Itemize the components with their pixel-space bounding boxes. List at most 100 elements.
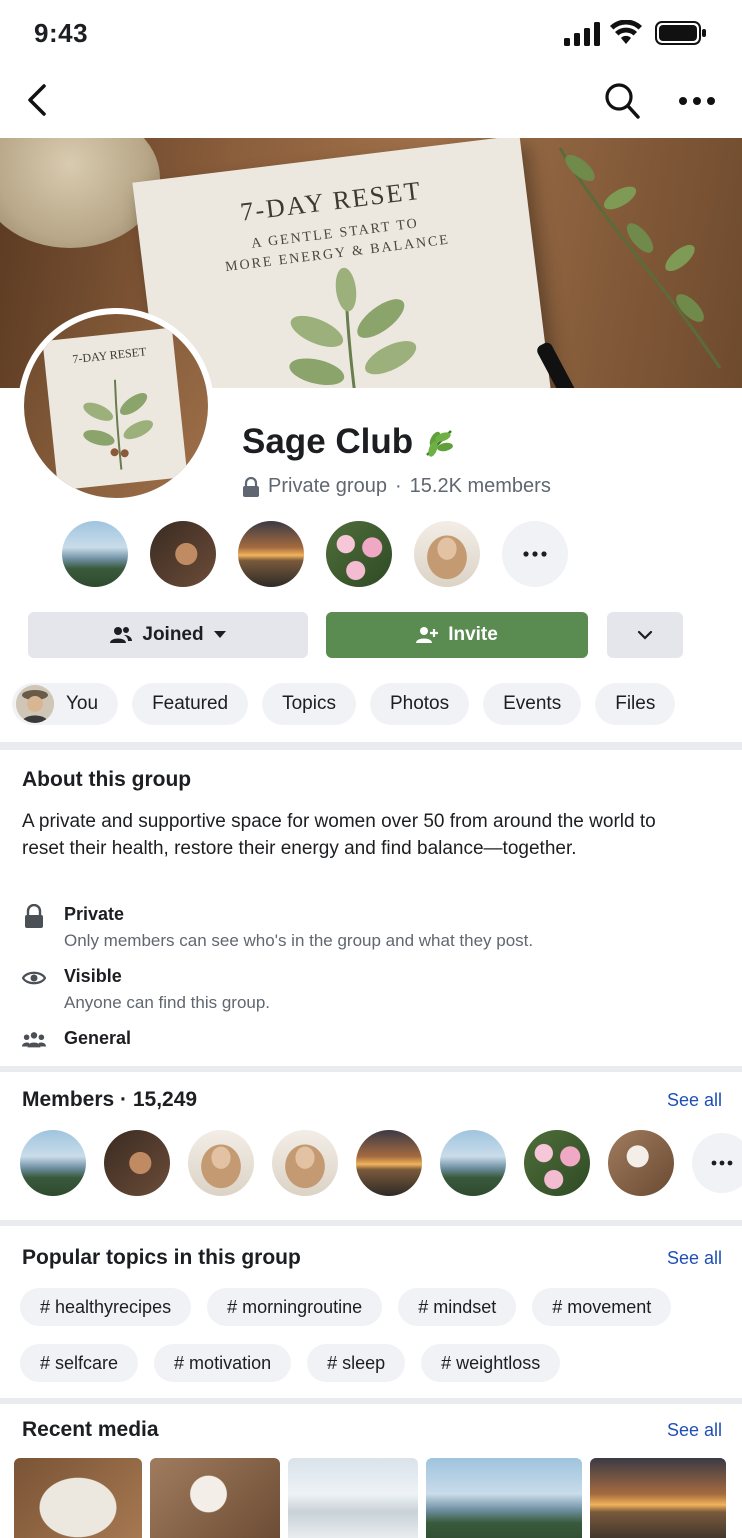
media-thumbnail[interactable] — [288, 1458, 418, 1538]
eye-icon — [22, 971, 46, 985]
members-title: Members · 15,249 — [22, 1088, 198, 1111]
user-avatar-image — [16, 685, 54, 723]
section-divider — [0, 742, 742, 750]
private-description: Only members can see who's in the group … — [64, 931, 534, 950]
avatar-leaf-illustration — [83, 379, 153, 470]
group-avatar-image: 7-DAY RESET — [24, 314, 208, 498]
about-title: About this group — [22, 768, 192, 791]
member-preview-row — [62, 521, 568, 587]
member-avatar[interactable] — [104, 1130, 170, 1196]
members-see-all-link[interactable]: See all — [667, 1090, 722, 1111]
cellular-signal-icon — [564, 22, 600, 46]
topic-tag[interactable]: # movement — [532, 1288, 672, 1326]
avatar-book-image: 7-DAY RESET — [42, 327, 188, 491]
group-page: 9:43 7-DAY RESET A GENTLE START TO MORE … — [0, 0, 742, 1538]
recent-media-section: Recent media See all — [0, 1404, 742, 1538]
members-avatar-row — [20, 1130, 742, 1196]
about-section: About this group A private and supportiv… — [0, 750, 742, 1066]
media-thumbnail[interactable] — [426, 1458, 582, 1538]
media-thumbnail[interactable] — [14, 1458, 142, 1538]
about-description: A private and supportive space for women… — [22, 811, 656, 859]
topics-see-all-link[interactable]: See all — [667, 1248, 722, 1269]
group-title: Sage Club — [242, 422, 457, 462]
back-arrow-icon[interactable] — [22, 82, 54, 118]
more-dots-icon — [711, 1160, 733, 1166]
battery-icon — [655, 21, 706, 45]
topic-tags: # healthyrecipes # morningroutine # mind… — [20, 1288, 672, 1400]
topic-tag[interactable]: # sleep — [307, 1344, 406, 1382]
caret-down-icon — [213, 631, 226, 638]
tab-you[interactable]: You — [12, 683, 119, 725]
wifi-icon — [610, 20, 642, 44]
member-avatar[interactable] — [62, 521, 128, 587]
leaf-branch-illustration — [289, 267, 417, 388]
topic-tag[interactable]: # healthyrecipes — [20, 1288, 192, 1326]
meta-separator: · — [394, 475, 402, 497]
user-avatar — [16, 685, 54, 723]
member-avatar[interactable] — [524, 1130, 590, 1196]
tab-photos[interactable]: Photos — [369, 683, 470, 725]
private-label: Private — [64, 904, 125, 924]
topic-tag[interactable]: # selfcare — [20, 1344, 139, 1382]
search-icon[interactable] — [604, 82, 640, 120]
invite-button[interactable]: Invite — [326, 612, 588, 658]
topic-tag[interactable]: # morningroutine — [207, 1288, 383, 1326]
status-bar: 9:43 — [0, 0, 742, 66]
tab-topics[interactable]: Topics — [262, 683, 356, 725]
tab-featured[interactable]: Featured — [132, 683, 249, 725]
topics-title: Popular topics in this group — [22, 1246, 301, 1269]
tab-files[interactable]: Files — [595, 683, 676, 725]
invite-label: Invite — [448, 624, 498, 645]
privacy-info-row: Private Only members can see who's in th… — [22, 904, 533, 951]
more-members-button[interactable] — [692, 1133, 742, 1193]
more-members-button[interactable] — [502, 521, 568, 587]
member-avatar[interactable] — [150, 521, 216, 587]
member-avatar[interactable] — [272, 1130, 338, 1196]
top-nav — [0, 66, 742, 138]
joined-label: Joined — [142, 624, 204, 645]
visibility-info-row: Visible Anyone can find this group. — [22, 966, 270, 1013]
member-avatar[interactable] — [20, 1130, 86, 1196]
member-avatar[interactable] — [188, 1130, 254, 1196]
visible-label: Visible — [64, 966, 122, 986]
member-avatar[interactable] — [440, 1130, 506, 1196]
lock-icon — [243, 476, 259, 497]
member-avatar[interactable] — [414, 521, 480, 587]
general-label: General — [64, 1028, 132, 1048]
topics-section: Popular topics in this group See all # h… — [0, 1226, 742, 1398]
group-tabs: You Featured Topics Photos Events Files — [12, 683, 676, 725]
media-thumbnail[interactable] — [590, 1458, 726, 1538]
topic-tag[interactable]: # motivation — [154, 1344, 292, 1382]
media-see-all-link[interactable]: See all — [667, 1420, 722, 1441]
member-avatar[interactable] — [238, 521, 304, 587]
member-avatar[interactable] — [356, 1130, 422, 1196]
more-dots-icon — [523, 551, 547, 557]
leaf-emoji-icon — [426, 430, 454, 457]
member-avatar[interactable] — [326, 521, 392, 587]
member-count: 15.2K members — [409, 475, 551, 497]
people-icon — [22, 1032, 46, 1048]
chevron-down-icon — [637, 630, 653, 640]
group-avatar[interactable]: 7-DAY RESET — [18, 308, 214, 504]
members-section: Members · 15,249 See all — [0, 1072, 742, 1220]
tab-events[interactable]: Events — [483, 683, 582, 725]
lock-icon — [25, 904, 43, 928]
add-person-icon — [416, 627, 439, 643]
topic-tag[interactable]: # weightloss — [421, 1344, 561, 1382]
joined-button[interactable]: Joined — [28, 612, 308, 658]
group-members-icon — [110, 627, 133, 643]
more-options-icon[interactable] — [678, 90, 716, 112]
group-meta: Private group · 15.2K members — [242, 475, 551, 498]
general-info-row: General — [22, 1028, 131, 1052]
group-name: Sage Club — [242, 422, 414, 461]
topic-tag[interactable]: # mindset — [398, 1288, 517, 1326]
visible-description: Anyone can find this group. — [64, 993, 271, 1012]
member-avatar[interactable] — [608, 1130, 674, 1196]
media-title: Recent media — [22, 1418, 159, 1441]
status-time: 9:43 — [34, 18, 89, 48]
media-thumbnails — [14, 1458, 726, 1538]
tab-you-label: You — [66, 693, 99, 714]
media-thumbnail[interactable] — [150, 1458, 280, 1538]
privacy-label: Private group — [268, 475, 387, 497]
more-actions-dropdown[interactable] — [607, 612, 683, 658]
